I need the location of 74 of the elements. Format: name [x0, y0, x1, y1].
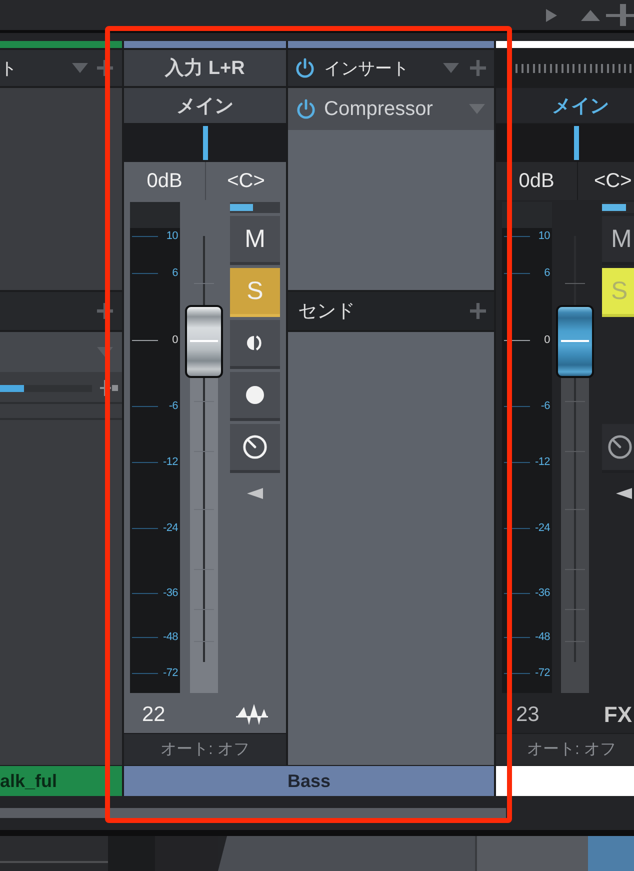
record-icon	[246, 386, 264, 404]
plus-icon[interactable]	[97, 60, 113, 76]
send-slot[interactable]	[0, 332, 122, 372]
scale-label: -6	[168, 400, 178, 412]
channel-number: 23	[516, 703, 540, 727]
pan-slider[interactable]	[496, 124, 634, 162]
scale-label: 0	[172, 334, 178, 346]
scale-label: -48	[163, 631, 178, 643]
scale-label: 10	[538, 230, 550, 242]
insert-slot[interactable]: Compressor	[288, 88, 494, 130]
channel-name[interactable]: alk_ful	[0, 766, 122, 796]
mute-button[interactable]: M	[230, 216, 280, 265]
caret-down-icon[interactable]	[72, 63, 88, 73]
plus-icon[interactable]	[470, 60, 486, 76]
triangle-right-icon[interactable]	[546, 8, 557, 22]
scale-label: -6	[540, 400, 550, 412]
output-selector[interactable]: メイン	[124, 88, 286, 123]
plus-icon[interactable]	[97, 303, 113, 319]
fader-knob[interactable]	[556, 304, 594, 378]
scale-label: -72	[535, 667, 550, 679]
plugin-name: Compressor	[324, 98, 434, 120]
slider-icon[interactable]	[606, 4, 634, 26]
monitor-button[interactable]	[230, 320, 280, 369]
channel-name-bar[interactable]	[496, 766, 634, 796]
send-title: センド	[298, 300, 356, 324]
volume-fader[interactable]	[556, 236, 594, 693]
input-selector[interactable]: 入力 L+R	[124, 50, 286, 86]
mute-button[interactable]: M	[602, 216, 634, 265]
scale-label: -72	[163, 667, 178, 679]
send-slider[interactable]	[0, 384, 92, 392]
volume-readout: 0dB	[496, 162, 577, 200]
pan-thumb[interactable]	[574, 126, 579, 160]
scale-label: -12	[535, 456, 550, 468]
pan-readout: <C>	[577, 162, 634, 200]
scale-label: -48	[535, 631, 550, 643]
handle-icon[interactable]	[100, 380, 118, 396]
fader-knob[interactable]	[185, 304, 223, 378]
triangle-left-icon[interactable]	[616, 488, 632, 499]
caret-down-icon[interactable]	[97, 347, 113, 357]
scale-label: 6	[172, 267, 178, 279]
volume-fader[interactable]	[185, 236, 223, 693]
scale-label: -12	[163, 456, 178, 468]
scale-label: -36	[535, 587, 550, 599]
automation-mode[interactable]: オート: オフ	[124, 734, 286, 765]
scale-label: 0	[544, 334, 550, 346]
channel-number: 22	[142, 703, 166, 727]
scale-label: 6	[544, 267, 550, 279]
dial-icon	[608, 435, 632, 459]
half-circle-icon	[246, 334, 264, 352]
pan-thumb[interactable]	[202, 126, 208, 160]
insert-title: インサート	[324, 58, 410, 80]
scale-label: -24	[535, 522, 550, 534]
dial-icon	[243, 435, 267, 459]
channel-name[interactable]: Bass	[124, 766, 494, 796]
volume-readout: 0dB	[124, 162, 205, 200]
peak-display	[130, 202, 180, 228]
output-selector[interactable]: メイン	[496, 88, 634, 123]
scrollbar-thumb[interactable]	[0, 808, 506, 818]
record-button[interactable]	[230, 372, 280, 421]
dial-button[interactable]	[230, 424, 280, 473]
triangle-up-icon[interactable]	[581, 10, 600, 20]
insert-title: ト	[0, 58, 18, 80]
automation-mode[interactable]: オート: オフ	[496, 734, 634, 765]
channel-type: FX	[604, 702, 632, 728]
scale-label: 10	[166, 230, 178, 242]
plus-icon[interactable]	[470, 303, 486, 319]
dial-button[interactable]	[602, 424, 634, 473]
scale-label: -36	[163, 587, 178, 599]
power-icon[interactable]	[295, 58, 315, 78]
pan-readout: <C>	[205, 162, 286, 200]
scale-label: -24	[163, 522, 178, 534]
power-icon[interactable]	[296, 99, 316, 119]
caret-down-icon[interactable]	[443, 63, 459, 73]
waveform-icon[interactable]	[236, 703, 268, 727]
